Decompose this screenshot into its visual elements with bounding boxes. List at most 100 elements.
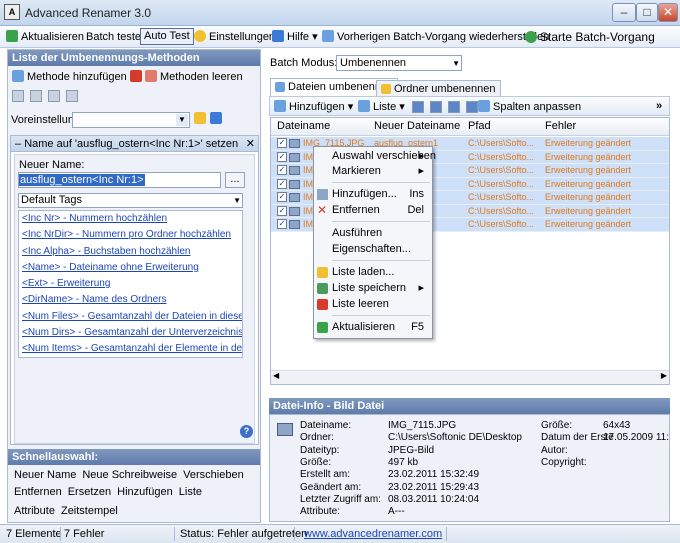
move-up-icon[interactable] bbox=[430, 101, 442, 113]
refresh-button[interactable]: Aktualisieren bbox=[6, 28, 84, 46]
info-value: 08.03.2011 10:24:04 bbox=[388, 493, 480, 505]
add-method-button[interactable]: Methode hinzufügen ▾ bbox=[12, 68, 135, 86]
website-link[interactable]: www.advancedrenamer.com bbox=[304, 528, 442, 540]
info-value: A--- bbox=[388, 506, 405, 518]
row-checkbox[interactable]: ✓ bbox=[277, 219, 287, 229]
quick-add[interactable]: Hinzufügen bbox=[117, 486, 173, 498]
row-checkbox[interactable]: ✓ bbox=[277, 165, 287, 175]
column-new-filename[interactable]: Neuer Dateiname bbox=[374, 120, 460, 132]
browse-button[interactable]: ... bbox=[225, 172, 245, 188]
start-batch-button[interactable]: Starte Batch-Vorgang bbox=[525, 28, 655, 46]
row-checkbox[interactable]: ✓ bbox=[277, 138, 287, 148]
info-row: Attribute: A--- bbox=[300, 506, 510, 518]
row-checkbox[interactable]: ✓ bbox=[277, 178, 287, 189]
clear-methods-button[interactable]: Methoden leeren bbox=[130, 68, 243, 86]
move-top-icon[interactable] bbox=[12, 90, 24, 102]
method-close-icon[interactable]: ✕ bbox=[246, 136, 255, 152]
context-menu: Auswahl verschieben ▸ Markieren ▸ Hinzufüg… bbox=[313, 146, 436, 339]
quick-new-case[interactable]: Neue Schreibweise bbox=[82, 469, 177, 481]
quick-attributes[interactable]: Attribute bbox=[14, 505, 55, 517]
minimize-button[interactable]: – bbox=[612, 3, 636, 22]
menu-move-selection[interactable]: Auswahl verschieben ▸ bbox=[314, 149, 436, 164]
tag-link[interactable]: <Inc Alpha> - Buchstaben hochzählen bbox=[19, 244, 242, 260]
tag-link[interactable]: <Num Dirs> - Gesamtanzahl der Unterverze… bbox=[19, 325, 242, 341]
move-bottom-icon[interactable] bbox=[66, 90, 78, 102]
new-name-input[interactable]: ausflug_ostern<Inc Nr:1> bbox=[18, 172, 221, 188]
info-row: Dateityp: JPEG-Bild bbox=[300, 445, 510, 457]
menu-execute[interactable]: Ausführen bbox=[314, 226, 432, 241]
tab-rename-folders[interactable]: Ordner umbenennen bbox=[376, 80, 501, 96]
collapse-icon[interactable]: – bbox=[15, 138, 21, 150]
horizontal-scrollbar[interactable]: ◀ ▶ bbox=[271, 370, 669, 384]
quick-list[interactable]: Liste bbox=[179, 486, 202, 498]
remove-icon: ✕ bbox=[317, 203, 328, 217]
tags-combo[interactable]: Default Tags ▼ bbox=[18, 193, 243, 208]
maximize-button[interactable]: □ bbox=[636, 3, 658, 22]
info-value: IMG_7115.JPG bbox=[388, 420, 457, 431]
menu-save-list[interactable]: Liste speichern ▸ bbox=[314, 281, 432, 296]
add-files-button[interactable]: Hinzufügen ▾ bbox=[274, 98, 353, 116]
column-filename[interactable]: Dateiname bbox=[277, 120, 330, 132]
chevron-down-icon: ▼ bbox=[233, 196, 241, 205]
info-row: Copyright: bbox=[541, 457, 671, 469]
quick-remove[interactable]: Entfernen bbox=[14, 486, 62, 498]
presets-combo[interactable]: ▼ bbox=[72, 112, 190, 128]
tag-link[interactable]: <Inc NrDir> - Nummern pro Ordner hochzäh… bbox=[19, 227, 242, 243]
restore-batch-button[interactable]: Vorherigen Batch-Vorgang wiederherstelle… bbox=[322, 28, 549, 46]
tag-link[interactable]: <Ext> - Erweiterung bbox=[19, 276, 242, 292]
move-buttons bbox=[412, 101, 484, 116]
move-up-icon[interactable] bbox=[30, 90, 42, 102]
row-checkbox[interactable]: ✓ bbox=[277, 151, 287, 162]
move-top-icon[interactable] bbox=[412, 101, 424, 113]
list-menu-button[interactable]: Liste ▾ bbox=[358, 98, 405, 116]
info-row: Autor: bbox=[541, 445, 671, 457]
help-menu-button[interactable]: Hilfe ▾ bbox=[272, 28, 318, 46]
auto-test-toggle[interactable]: Auto Test bbox=[140, 28, 194, 45]
chevron-down-icon: ▼ bbox=[452, 59, 460, 68]
row-checkbox[interactable]: ✓ bbox=[277, 205, 287, 216]
move-down-icon[interactable] bbox=[48, 90, 60, 102]
tag-link[interactable]: <Num Items> - Gesamtanzahl der Elemente … bbox=[19, 341, 242, 357]
tag-link[interactable]: <DirName> - Name des Ordners bbox=[19, 292, 242, 308]
info-row: Datum der Erste 17.05.2009 11: bbox=[541, 432, 671, 444]
tag-link[interactable]: <Num Files> - Gesamtanzahl der Dateien i… bbox=[19, 309, 242, 325]
settings-button[interactable]: Einstellungen bbox=[194, 28, 275, 46]
status-item-count: 7 Elemente bbox=[6, 528, 62, 540]
menu-clear-list[interactable]: Liste leeren bbox=[314, 297, 432, 312]
menu-remove[interactable]: ✕ Entfernen Del bbox=[314, 203, 432, 218]
quick-replace[interactable]: Ersetzen bbox=[68, 486, 111, 498]
method-body: Neuer Name: ausflug_ostern<Inc Nr:1> ...… bbox=[14, 154, 255, 444]
method-header[interactable]: – Name auf 'ausflug_ostern<Inc Nr:1>' se… bbox=[11, 136, 258, 152]
help-icon[interactable]: ? bbox=[240, 425, 253, 438]
toolbar-overflow-icon[interactable]: » bbox=[656, 97, 662, 115]
close-button[interactable]: ✕ bbox=[658, 3, 678, 22]
row-checkbox[interactable]: ✓ bbox=[277, 192, 287, 202]
scroll-right-icon[interactable]: ▶ bbox=[661, 371, 667, 380]
quick-timestamp[interactable]: Zeitstempel bbox=[61, 505, 118, 517]
presets-open-icon[interactable] bbox=[194, 112, 209, 125]
methods-panel: Liste der Umbenennungs-Methoden Methode … bbox=[7, 49, 261, 523]
quick-select: Neuer Name Neue Schreibweise Verschieben E… bbox=[8, 465, 260, 523]
menu-refresh[interactable]: Aktualisieren F5 bbox=[314, 320, 432, 335]
cell-path: C:\Users\Softo... bbox=[468, 165, 535, 175]
presets-save-icon[interactable] bbox=[210, 112, 225, 125]
quick-move[interactable]: Verschieben bbox=[183, 469, 244, 481]
move-bottom-icon[interactable] bbox=[466, 101, 478, 113]
adjust-columns-button[interactable]: Spalten anpassen bbox=[478, 98, 581, 116]
scroll-left-icon[interactable]: ◀ bbox=[273, 371, 279, 380]
menu-load-list[interactable]: Liste laden... bbox=[314, 265, 432, 280]
move-buttons bbox=[12, 90, 112, 104]
column-path[interactable]: Pfad bbox=[468, 120, 491, 132]
batch-test-button[interactable]: Batch testen bbox=[86, 28, 147, 46]
info-value: 23.02.2011 15:32:49 bbox=[388, 469, 480, 481]
menu-properties[interactable]: Eigenschaften... bbox=[314, 242, 432, 257]
quick-new-name[interactable]: Neuer Name bbox=[14, 469, 76, 481]
column-error[interactable]: Fehler bbox=[545, 120, 576, 132]
info-key: Letzter Zugriff am: bbox=[300, 493, 381, 505]
batch-mode-combo[interactable]: Umbenennen ▼ bbox=[336, 55, 462, 71]
menu-mark[interactable]: Markieren ▸ bbox=[314, 164, 432, 179]
menu-add[interactable]: Hinzufügen... Ins bbox=[314, 187, 432, 202]
tag-link[interactable]: <Inc Nr> - Nummern hochzählen bbox=[19, 211, 242, 227]
move-down-icon[interactable] bbox=[448, 101, 460, 113]
tag-link[interactable]: <Name> - Dateiname ohne Erweiterung bbox=[19, 260, 242, 276]
